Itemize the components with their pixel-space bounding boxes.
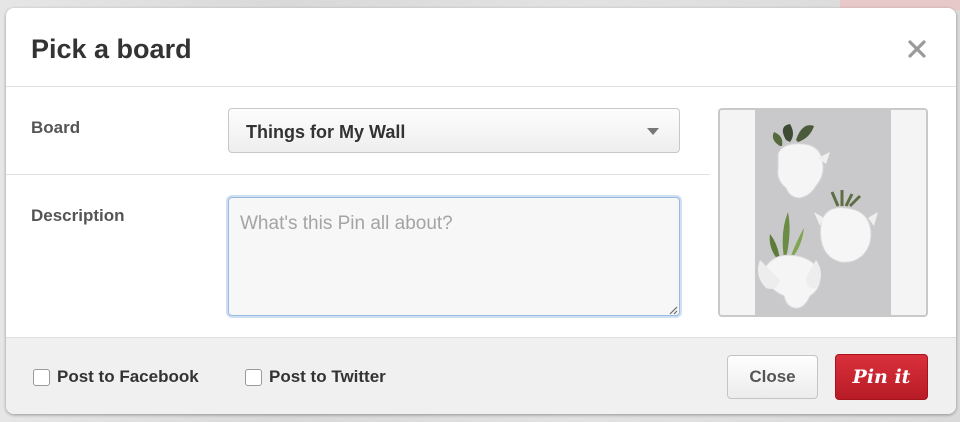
dialog-title: Pick a board: [31, 34, 192, 64]
facebook-label: Post to Facebook: [57, 367, 199, 386]
resize-grip-icon[interactable]: [669, 306, 678, 315]
close-button[interactable]: Close: [727, 355, 818, 399]
twitter-label: Post to Twitter: [269, 367, 386, 386]
board-label: Board: [31, 118, 81, 137]
close-icon[interactable]: [906, 38, 928, 60]
dialog-header: Pick a board: [6, 8, 956, 87]
pin-it-button[interactable]: Pin it: [835, 354, 928, 400]
chevron-down-icon: [647, 128, 659, 135]
board-select-value: Things for My Wall: [246, 122, 406, 142]
row-divider: [6, 174, 710, 175]
dialog-footer: Post to Facebook Post to Twitter Close P…: [6, 337, 956, 414]
description-label: Description: [31, 206, 125, 225]
post-to-facebook-option[interactable]: Post to Facebook: [33, 367, 199, 387]
pin-image-preview: [718, 108, 928, 317]
facebook-checkbox[interactable]: [33, 368, 50, 386]
twitter-checkbox[interactable]: [245, 368, 262, 386]
description-field[interactable]: [228, 197, 680, 316]
board-select[interactable]: Things for My Wall: [228, 108, 680, 153]
post-to-twitter-option[interactable]: Post to Twitter: [245, 367, 386, 387]
pick-board-dialog: Pick a board Board Things for My Wall De…: [6, 8, 956, 414]
